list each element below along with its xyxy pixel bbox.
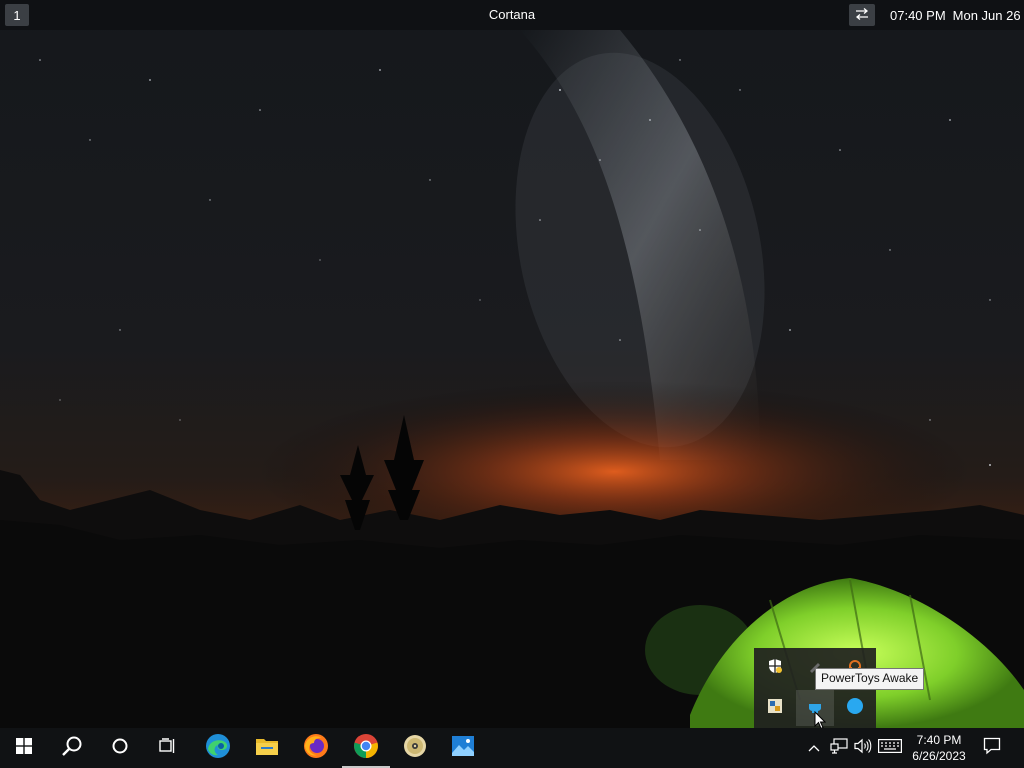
network-icon [830,737,848,759]
notification-icon [983,737,1001,760]
chrome-icon [353,733,379,764]
workspace-indicator[interactable]: 1 [5,4,29,26]
volume-button[interactable] [854,738,872,758]
start-icon [16,737,32,759]
taskbar-disc-app[interactable] [391,728,439,768]
security-shield-icon [767,658,783,679]
volume-icon [854,738,872,759]
top-bar: 1 Cortana 07:40 PM Mon Jun 26 [0,0,1024,30]
task-view-button[interactable] [144,728,192,768]
tray-item-app[interactable] [756,690,794,726]
taskbar-time: 7:40 PM [916,733,962,747]
taskbar-file-explorer[interactable] [243,728,291,768]
app-icon [767,698,783,719]
blue-circle-icon [846,697,864,720]
topbar-time: 07:40 PM [890,8,946,23]
show-hidden-icons-button[interactable] [806,738,822,758]
swap-layout-button[interactable] [849,4,875,26]
keyboard-icon [878,738,902,758]
search-icon [61,735,83,762]
photos-icon [451,735,475,762]
cortana-button[interactable] [96,728,144,768]
taskbar-photos[interactable] [439,728,487,768]
taskbar-firefox[interactable] [292,728,340,768]
cortana-icon [111,737,129,760]
tray-item-blue-circle[interactable] [836,690,874,726]
search-button[interactable] [48,728,96,768]
tray-tooltip: PowerToys Awake [815,668,925,690]
swap-arrows-icon [855,7,869,23]
action-center-button[interactable] [976,728,1008,768]
start-button[interactable] [0,728,48,768]
taskbar-edge[interactable] [194,728,242,768]
file-explorer-icon [255,736,279,761]
network-button[interactable] [830,737,848,759]
taskbar-clock[interactable]: 7:40 PM 6/26/2023 [906,732,972,764]
edge-icon [205,733,231,764]
taskbar-date: 6/26/2023 [912,749,966,763]
chevron-up-icon [808,739,820,757]
topbar-clock: 07:40 PM Mon Jun 26 [890,8,1021,23]
tray-item-security[interactable] [756,650,794,686]
disc-icon [403,734,427,763]
touch-keyboard-button[interactable] [878,738,902,758]
task-view-icon [159,737,177,759]
topbar-date: Mon Jun 26 [952,8,1021,23]
taskbar-chrome[interactable] [342,728,390,768]
taskbar: 7:40 PM 6/26/2023 [0,728,1024,768]
firefox-icon [303,733,329,764]
